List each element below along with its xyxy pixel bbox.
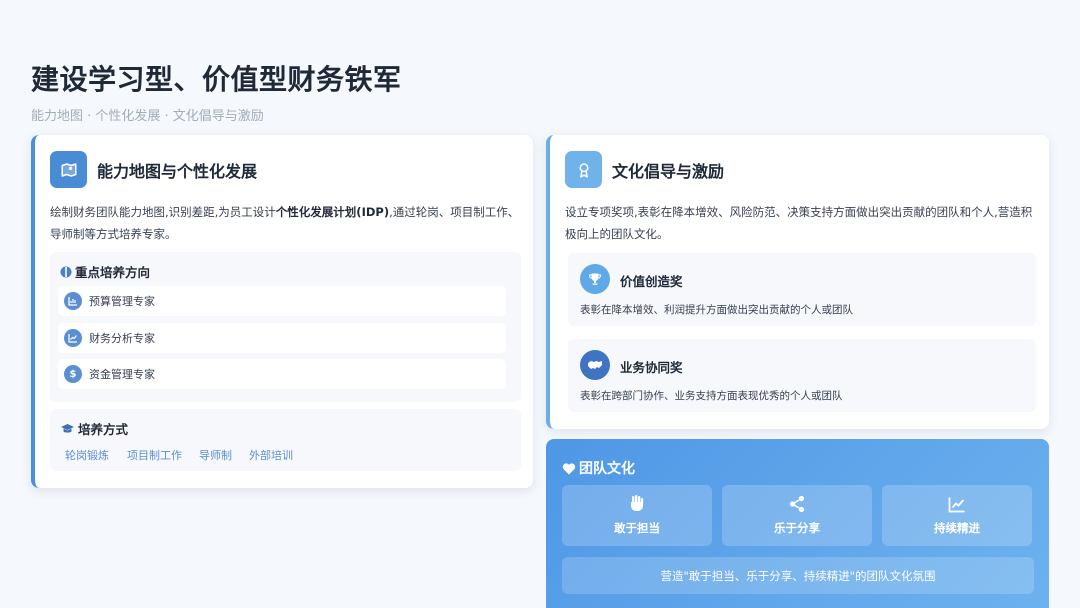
team-culture-title: 团队文化 [579, 461, 635, 477]
focus-item-treasury: $ 资金管理专家 [58, 359, 506, 389]
focus-item-label: 财务分析专家 [89, 332, 155, 345]
fist-icon [631, 495, 644, 511]
training-methods-title: 培养方式 [78, 422, 129, 437]
capability-card-title: 能力地图与个性化发展 [97, 161, 258, 181]
trophy-icon [580, 264, 610, 294]
award-collaboration: 业务协同奖 表彰在跨部门协作、业务支持方面表现优秀的个人或团队 [568, 339, 1036, 412]
page-subtitle: 能力地图 · 个性化发展 · 文化倡导与激励 [31, 109, 264, 124]
culture-value-label: 敢于担当 [614, 521, 660, 535]
capability-description: 绘制财务团队能力地图,识别差距,为员工设计个性化发展计划(IDP),通过轮岗、项… [50, 201, 525, 245]
trend-line-icon [64, 329, 82, 347]
share-icon [789, 495, 805, 513]
incentive-card: 文化倡导与激励 设立专项奖项,表彰在降本增效、风险防范、决策支持方面做出突出贡献… [546, 135, 1049, 429]
award-value-creation: 价值创造奖 表彰在降本增效、利润提升方面做出突出贡献的个人或团队 [568, 253, 1036, 326]
incentive-description: 设立专项奖项,表彰在降本增效、风险防范、决策支持方面做出突出贡献的团队和个人,营… [565, 205, 1033, 241]
award-description: 表彰在跨部门协作、业务支持方面表现优秀的个人或团队 [580, 390, 843, 402]
culture-value-tile: 持续精进 [882, 485, 1032, 546]
method-external-training: 外部培训 [249, 449, 293, 462]
training-methods-box: 培养方式 轮岗锻炼 项目制工作 导师制 外部培训 [50, 409, 521, 471]
award-ribbon-icon [565, 151, 602, 188]
page-title: 建设学习型、价值型财务铁军 [31, 63, 402, 96]
focus-areas-box: 重点培养方向 预算管理专家 财务分析专家 $ 资金管理专家 [50, 252, 521, 402]
budget-chart-icon [64, 292, 82, 310]
culture-value-tile: 敢于担当 [562, 485, 712, 546]
focus-areas-title-wrap: 重点培养方向 [60, 262, 150, 281]
method-mentorship: 导师制 [199, 449, 232, 462]
method-rotation: 轮岗锻炼 [65, 449, 109, 462]
team-culture-panel: 团队文化 敢于担当 乐于分享 持续精进 营造"敢于担当、乐于分享、持续精进"的团… [546, 439, 1049, 608]
handshake-icon [580, 350, 610, 380]
method-project: 项目制工作 [127, 449, 182, 462]
culture-value-tile: 乐于分享 [722, 485, 872, 546]
award-title: 价值创造奖 [620, 274, 683, 289]
compass-icon [60, 266, 72, 277]
focus-item-budget: 预算管理专家 [58, 286, 506, 316]
award-title: 业务协同奖 [620, 360, 683, 375]
idp-highlight: 个性化发展计划(IDP) [275, 205, 390, 219]
heart-icon [562, 462, 576, 474]
team-culture-title-wrap: 团队文化 [562, 458, 635, 478]
focus-item-label: 资金管理专家 [89, 368, 155, 381]
award-description: 表彰在降本增效、利润提升方面做出突出贡献的个人或团队 [580, 304, 853, 316]
culture-value-label: 持续精进 [934, 520, 980, 535]
dollar-icon: $ [64, 365, 82, 383]
graduation-cap-icon [61, 423, 74, 433]
capability-description-text: 绘制财务团队能力地图,识别差距,为员工设计 [50, 205, 276, 219]
incentive-card-title: 文化倡导与激励 [612, 161, 725, 181]
focus-item-label: 预算管理专家 [89, 295, 155, 308]
growth-chart-icon [948, 497, 965, 512]
map-pin-icon [50, 151, 87, 188]
focus-item-analysis: 财务分析专家 [58, 323, 506, 353]
training-methods-title-wrap: 培养方式 [60, 419, 128, 438]
capability-card-header: 能力地图与个性化发展 [50, 151, 257, 188]
incentive-card-header: 文化倡导与激励 [565, 151, 724, 188]
capability-card: 能力地图与个性化发展 绘制财务团队能力地图,识别差距,为员工设计个性化发展计划(… [31, 135, 533, 488]
culture-value-label: 乐于分享 [774, 521, 820, 535]
focus-areas-title: 重点培养方向 [75, 265, 151, 280]
team-culture-note: 营造"敢于担当、乐于分享、持续精进"的团队文化氛围 [562, 557, 1034, 594]
